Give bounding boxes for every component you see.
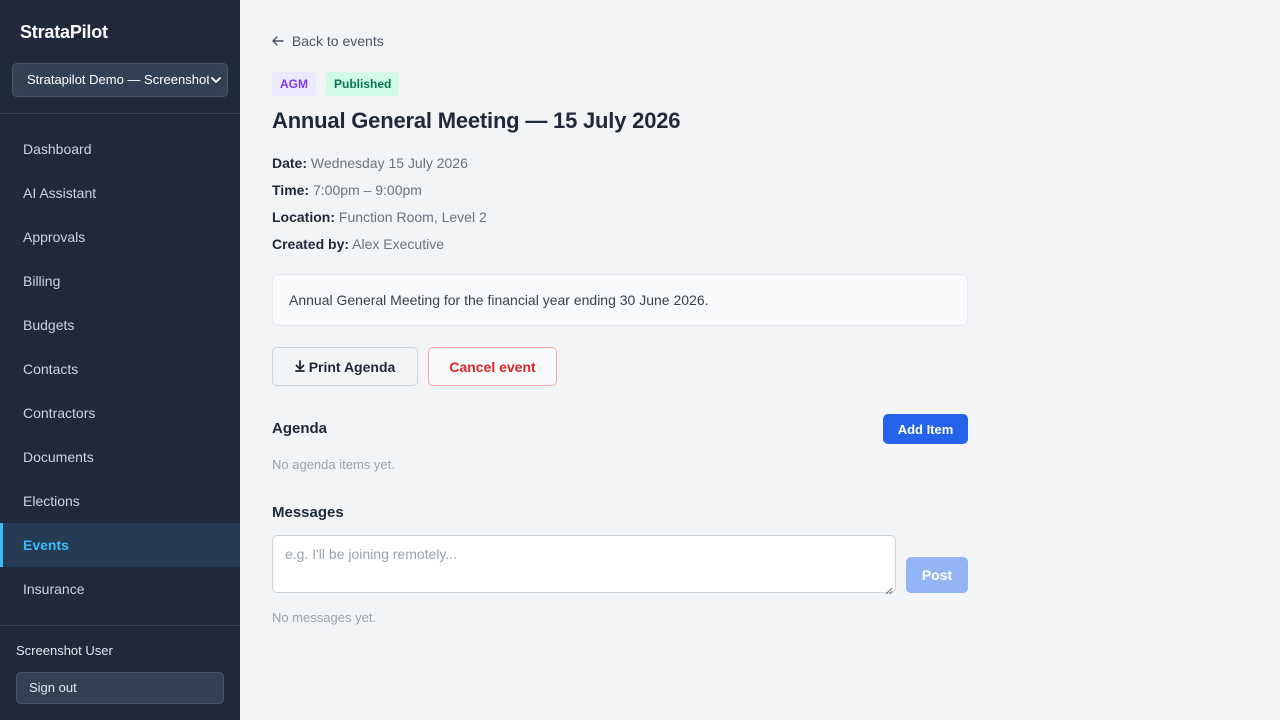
sign-out-button[interactable]: Sign out — [16, 672, 224, 704]
sidebar: StrataPilot Stratapilot Demo — Screensho… — [0, 0, 240, 720]
meta-value: 7:00pm – 9:00pm — [312, 182, 422, 198]
organization-select[interactable]: Stratapilot Demo — Screenshot — [12, 63, 228, 97]
arrow-left-icon — [272, 33, 288, 49]
event-type-badge: AGM — [272, 72, 316, 96]
event-badges: AGM Published — [272, 72, 400, 96]
back-to-events-link[interactable]: Back to events — [272, 33, 384, 49]
sidebar-item-events[interactable]: Events — [0, 523, 240, 567]
back-link-label: Back to events — [291, 33, 384, 49]
sidebar-item-budgets[interactable]: Budgets — [0, 303, 240, 347]
sidebar-divider — [0, 113, 240, 114]
post-message-button[interactable]: Post — [906, 557, 968, 593]
sidebar-item-approvals[interactable]: Approvals — [0, 215, 240, 259]
page-title: Annual General Meeting — 15 July 2026 — [272, 108, 681, 133]
organization-select-value: Stratapilot Demo — Screenshot — [27, 72, 210, 87]
messages-empty-state: No messages yet. — [272, 610, 377, 625]
meta-label: Created by: — [272, 236, 350, 252]
event-date: Date: Wednesday 15 July 2026 — [272, 152, 487, 179]
messages-heading: Messages — [272, 504, 344, 521]
meta-label: Location: — [272, 209, 335, 225]
add-agenda-item-button[interactable]: Add Item — [883, 414, 968, 444]
event-location: Location: Function Room, Level 2 — [272, 206, 487, 233]
meta-value: Alex Executive — [352, 236, 444, 252]
message-input-placeholder: e.g. I'll be joining remotely... — [285, 546, 458, 562]
sidebar-item-insurance[interactable]: Insurance — [0, 567, 240, 611]
download-icon — [294, 359, 305, 375]
sidebar-nav: Dashboard AI Assistant Approvals Billing… — [0, 127, 240, 611]
sidebar-divider — [0, 625, 240, 626]
event-created-by: Created by: Alex Executive — [272, 233, 487, 260]
print-agenda-button[interactable]: Print Agenda — [272, 347, 418, 386]
meta-value: Function Room, Level 2 — [338, 209, 487, 225]
chevron-down-icon — [209, 64, 223, 96]
sidebar-item-elections[interactable]: Elections — [0, 479, 240, 523]
event-time: Time: 7:00pm – 9:00pm — [272, 179, 487, 206]
status-badge: Published — [326, 72, 400, 96]
event-detail: Back to events AGM Published Annual Gene… — [240, 0, 1280, 720]
meta-label: Time: — [272, 182, 310, 198]
message-input[interactable]: e.g. I'll be joining remotely... — [272, 535, 896, 595]
meta-label: Date: — [272, 155, 308, 171]
sidebar-item-documents[interactable]: Documents — [0, 435, 240, 479]
app-logo: StrataPilot — [20, 22, 108, 42]
event-meta: Date: Wednesday 15 July 2026 Time: 7:00p… — [272, 152, 487, 260]
print-agenda-label: Print Agenda — [308, 358, 396, 375]
resize-handle-icon[interactable] — [885, 582, 893, 595]
sidebar-item-contacts[interactable]: Contacts — [0, 347, 240, 391]
sidebar-item-contractors[interactable]: Contractors — [0, 391, 240, 435]
event-description: Annual General Meeting for the financial… — [272, 274, 968, 326]
sidebar-item-billing[interactable]: Billing — [0, 259, 240, 303]
current-user-name: Screenshot User — [16, 643, 113, 658]
sidebar-item-ai-assistant[interactable]: AI Assistant — [0, 171, 240, 215]
sidebar-item-dashboard[interactable]: Dashboard — [0, 127, 240, 171]
agenda-empty-state: No agenda items yet. — [272, 457, 395, 472]
meta-value: Wednesday 15 July 2026 — [310, 155, 468, 171]
cancel-event-button[interactable]: Cancel event — [428, 347, 557, 386]
agenda-heading: Agenda — [272, 420, 328, 437]
